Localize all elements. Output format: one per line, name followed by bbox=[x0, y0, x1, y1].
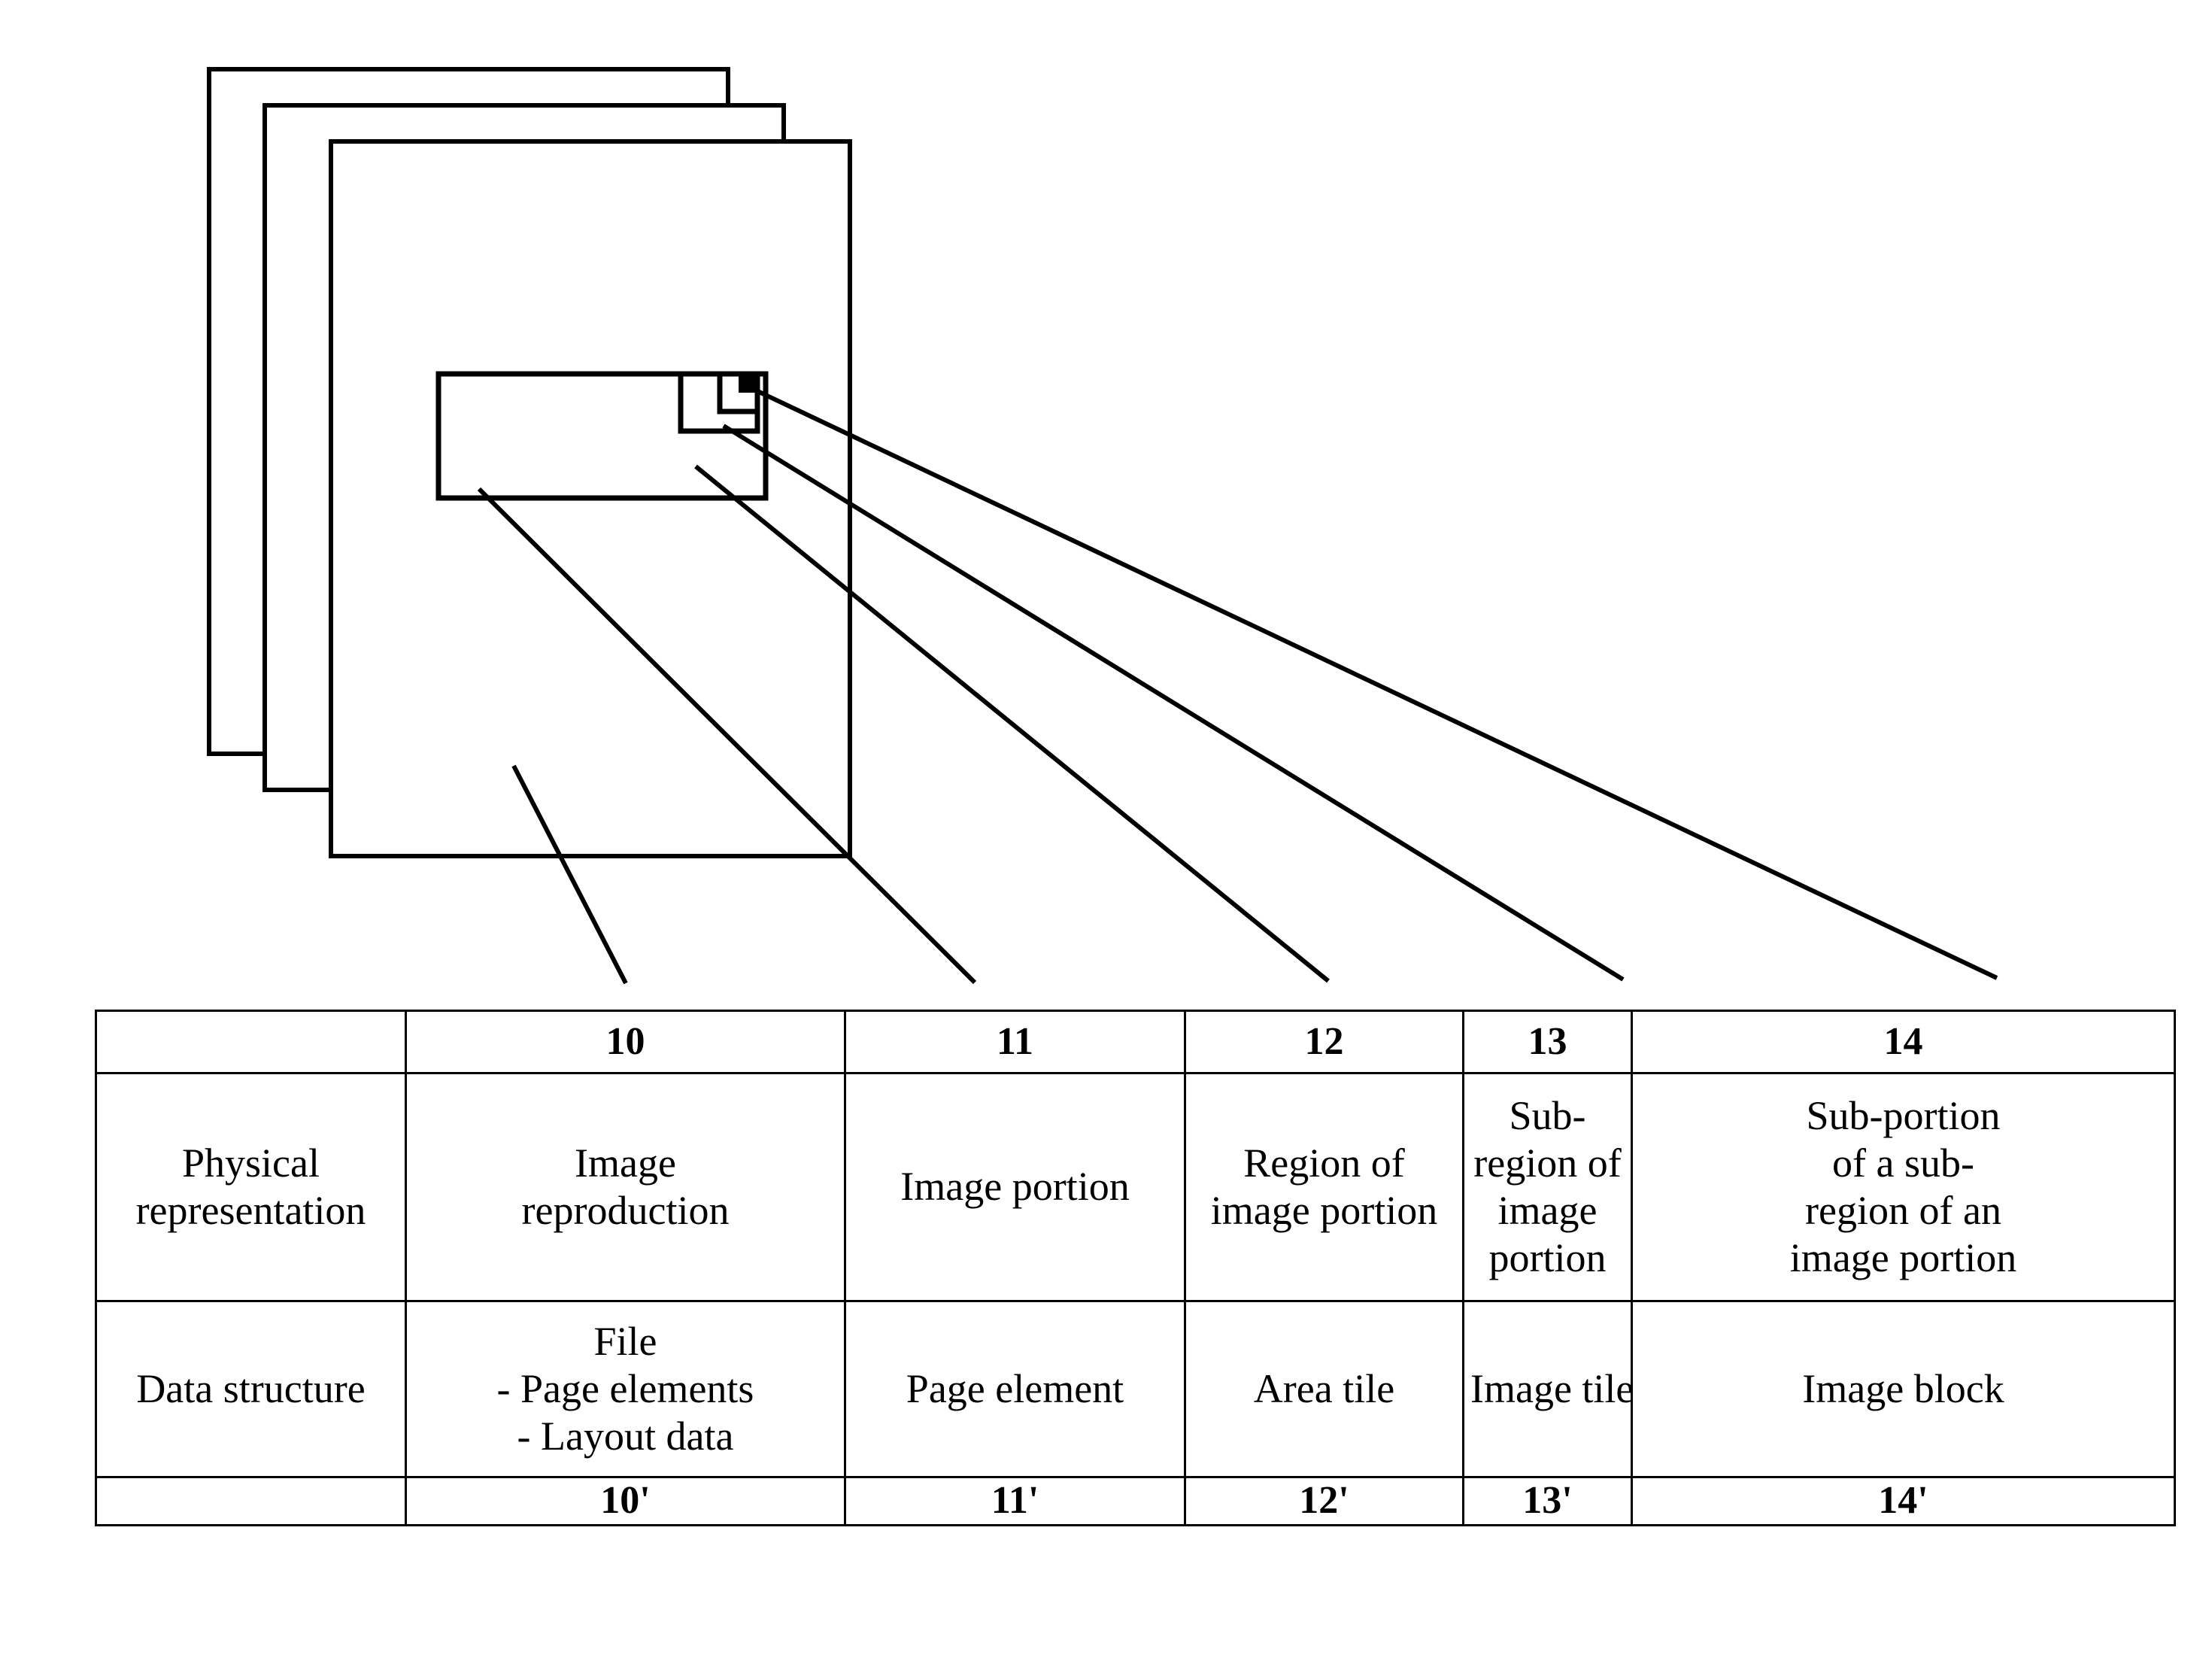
cell-prime-14: 14' bbox=[1631, 1476, 2176, 1526]
physical-14-line3: region of an bbox=[1805, 1188, 2001, 1233]
cell-prime-12: 12' bbox=[1184, 1476, 1464, 1526]
cell-data-14: Image block bbox=[1631, 1300, 2176, 1478]
legend-table: 10 11 12 13 14 Physical representation I… bbox=[95, 1010, 2176, 1526]
legend-table-container: 10 11 12 13 14 Physical representation I… bbox=[95, 1010, 2176, 1526]
physical-10-line1: Image bbox=[575, 1140, 676, 1186]
cell-prime-11: 11' bbox=[844, 1476, 1186, 1526]
cell-number-14: 14 bbox=[1631, 1010, 2176, 1074]
cell-prime-blank bbox=[95, 1476, 407, 1526]
cell-number-blank bbox=[95, 1010, 407, 1074]
physical-label-line1: Physical bbox=[182, 1140, 320, 1186]
cell-physical-14: Sub-portion of a sub- region of an image… bbox=[1631, 1072, 2176, 1302]
table-row-prime-reference-numbers: 10' 11' 12' 13' 14' bbox=[95, 1476, 2176, 1526]
physical-14-line1: Sub-portion bbox=[1806, 1092, 2001, 1138]
cell-number-13: 13 bbox=[1462, 1010, 1633, 1074]
physical-14-line4: image portion bbox=[1789, 1235, 2017, 1281]
cell-physical-13: Sub-region of image portion bbox=[1462, 1072, 1633, 1302]
file-line1: File bbox=[593, 1318, 657, 1364]
cell-physical-representation-label: Physical representation bbox=[95, 1072, 407, 1302]
physical-13-line2: image portion bbox=[1488, 1188, 1607, 1281]
cell-physical-11: Image portion bbox=[844, 1072, 1186, 1302]
physical-label-line2: representation bbox=[135, 1188, 366, 1233]
physical-14-line2: of a sub- bbox=[1832, 1140, 1974, 1186]
physical-12-line2: image portion bbox=[1210, 1188, 1438, 1233]
physical-10-line2: reproduction bbox=[521, 1188, 730, 1233]
table-row-reference-numbers: 10 11 12 13 14 bbox=[95, 1010, 2176, 1074]
cell-prime-10: 10' bbox=[405, 1476, 846, 1526]
cell-physical-10: Image reproduction bbox=[405, 1072, 846, 1302]
file-line2: - Page elements bbox=[496, 1365, 754, 1411]
cell-data-10-file: File - Page elements - Layout data bbox=[405, 1300, 846, 1478]
cell-number-11: 11 bbox=[844, 1010, 1186, 1074]
cell-prime-13: 13' bbox=[1462, 1476, 1633, 1526]
file-line3: - Layout data bbox=[517, 1414, 734, 1459]
cell-data-12: Area tile bbox=[1184, 1300, 1464, 1478]
cell-data-13: Image tile bbox=[1462, 1300, 1634, 1478]
table-row-physical-representation: Physical representation Image reproducti… bbox=[95, 1072, 2176, 1302]
leader-line-13 bbox=[722, 424, 1625, 982]
physical-11-line1: Image portion bbox=[900, 1164, 1130, 1210]
cell-number-12: 12 bbox=[1184, 1010, 1464, 1074]
physical-12-line1: Region of bbox=[1243, 1140, 1405, 1186]
cell-data-11: Page element bbox=[844, 1300, 1186, 1478]
cell-data-structure-label: Data structure bbox=[95, 1300, 407, 1478]
physical-13-line1: Sub-region of bbox=[1473, 1092, 1622, 1186]
leader-line-14 bbox=[753, 387, 1998, 980]
patent-figure-root: 10 11 12 13 14 Physical representation I… bbox=[0, 0, 2212, 1655]
table-row-data-structure: Data structure File - Page elements - La… bbox=[95, 1300, 2176, 1478]
cell-physical-12: Region of image portion bbox=[1184, 1072, 1464, 1302]
cell-number-10: 10 bbox=[405, 1010, 846, 1074]
